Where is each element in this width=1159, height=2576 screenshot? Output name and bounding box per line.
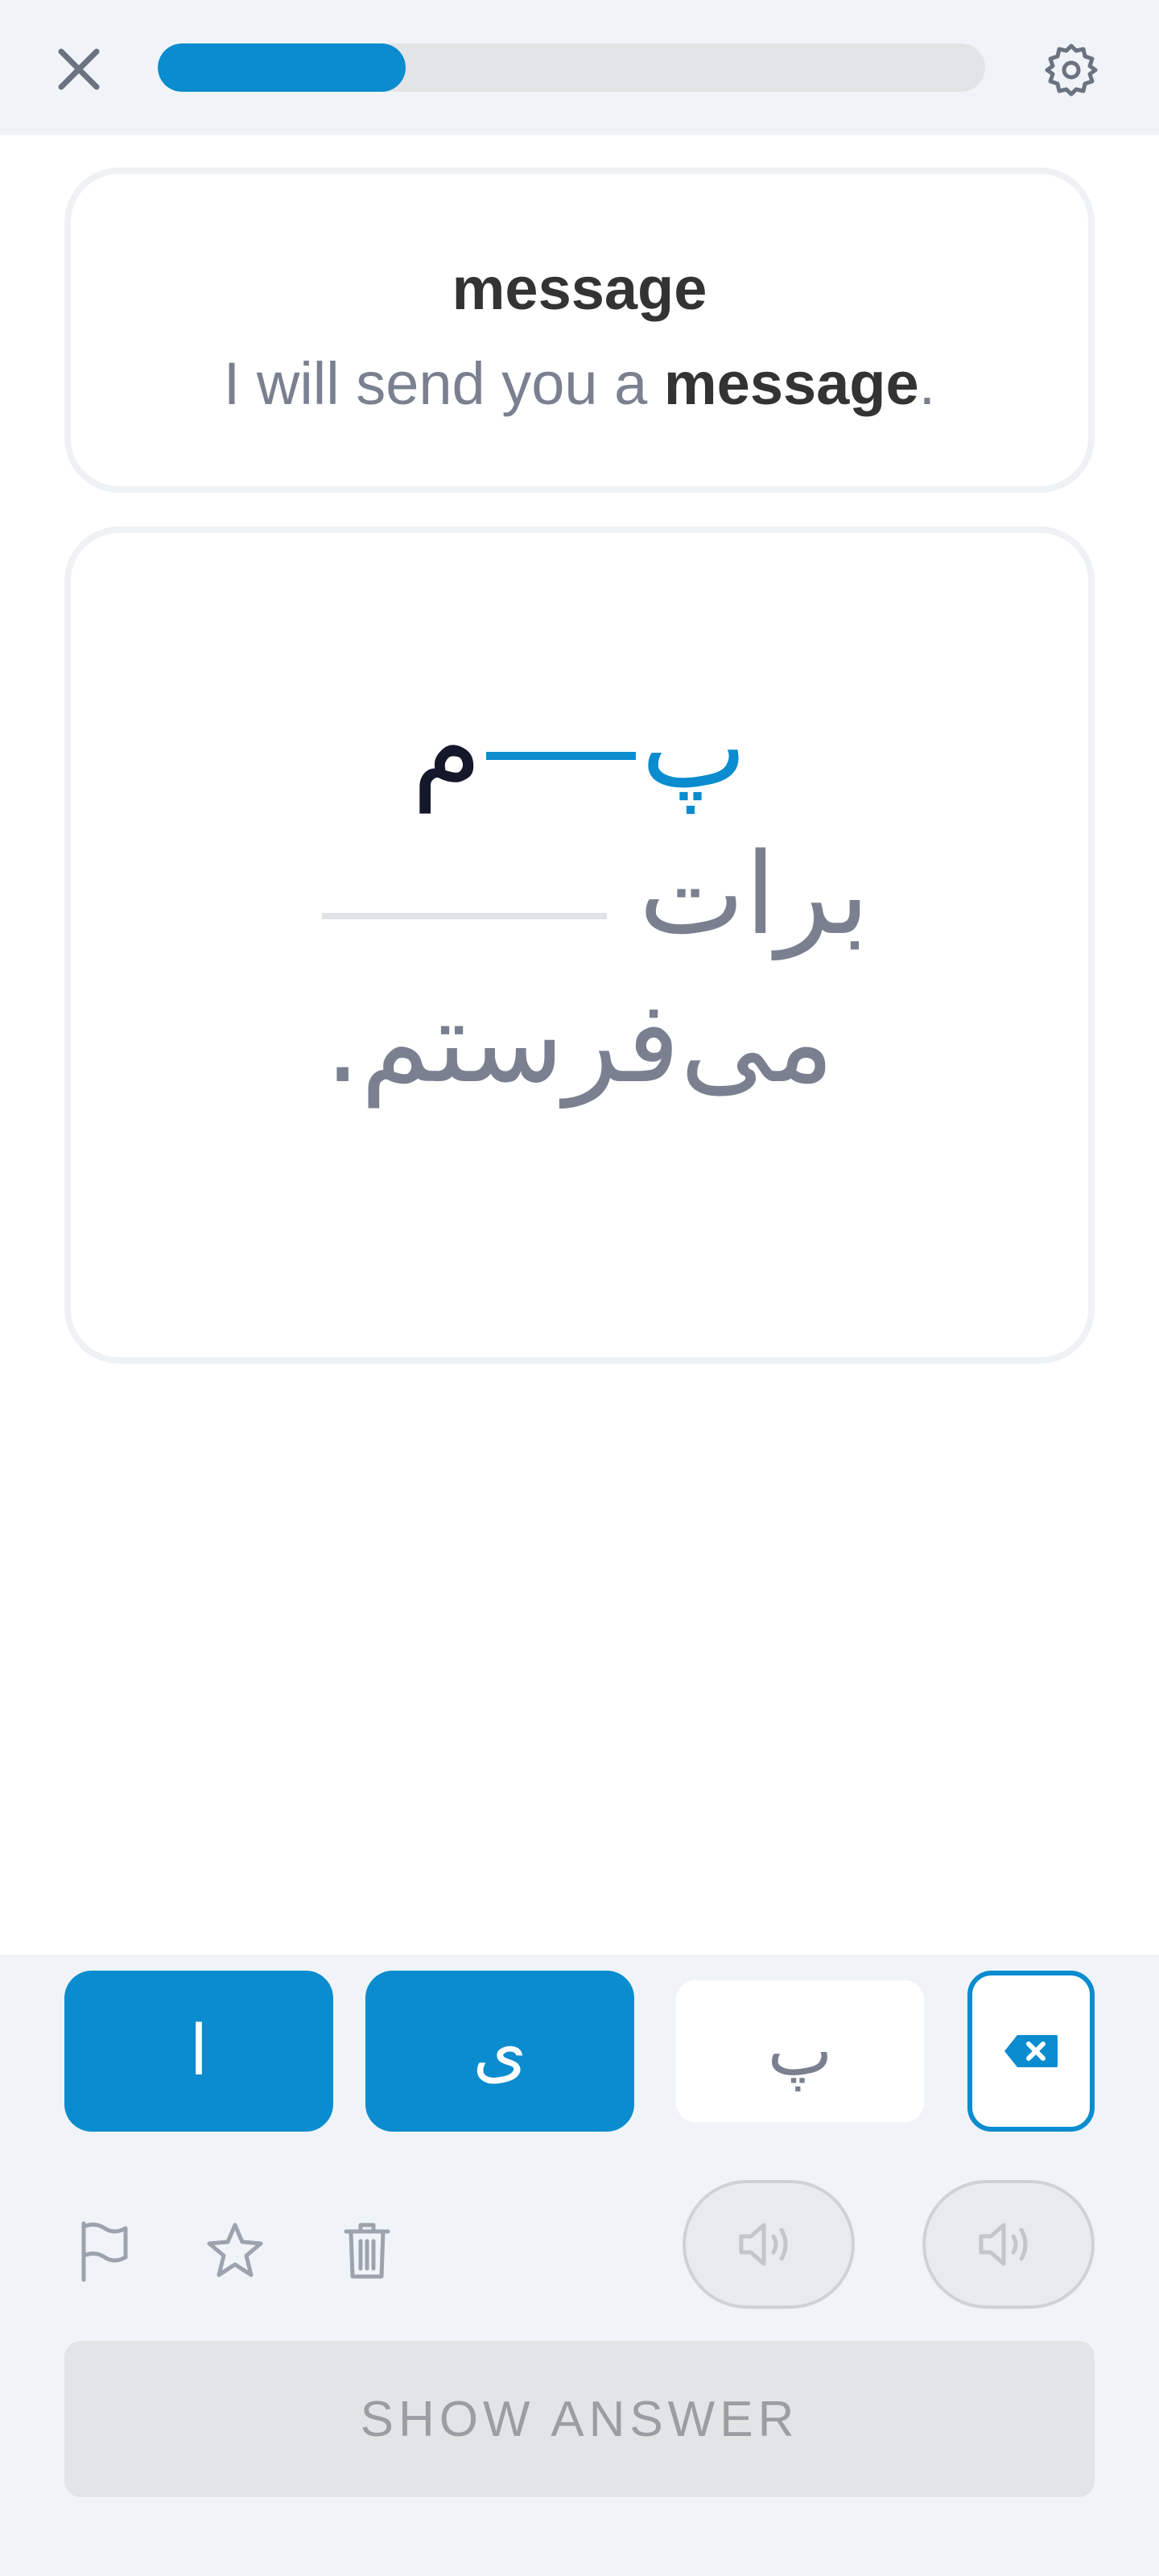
sentence-prefix: I will send you a [223,350,664,417]
close-button[interactable] [52,42,106,97]
typed-letter-first: پ [641,683,748,814]
gear-icon [1045,43,1098,97]
prompt-word: message [452,255,707,322]
backspace-button[interactable] [967,1971,1095,2132]
sentence-blank [321,913,607,919]
typed-answer: پ م [71,628,1088,805]
top-bar [0,0,1159,135]
prompt-card: message I will send you a message. [64,167,1095,493]
star-icon [207,2223,263,2277]
progress-fill [158,43,406,92]
letter-key-ye[interactable]: ی [365,1971,634,2132]
flag-icon [81,2221,128,2282]
trash-icon [344,2223,390,2279]
answer-card: پ م برات می‌فرستم. [64,526,1095,1364]
backspace-icon [1004,2035,1058,2067]
trash-button[interactable] [328,2212,406,2289]
progress-bar [158,43,985,92]
target-sentence-line2: می‌فرستم. [324,977,835,1108]
example-sentence: I will send you a message. [71,349,1088,418]
target-sentence-line1: برات [71,807,1088,952]
typed-letter-last: م [411,683,482,814]
settings-button[interactable] [1040,39,1103,101]
input-panel: ا ی پ SHOW ANSWER [0,1955,1159,2576]
play-sentence-audio-button[interactable] [922,2180,1095,2309]
sentence-highlight: message [663,350,919,417]
sentence-suffix: . [918,350,936,417]
flag-button[interactable] [64,2212,142,2289]
letter-key-alef[interactable]: ا [64,1971,333,2132]
close-icon [58,48,100,90]
typed-letter-gap [486,752,637,760]
speaker-icon [979,2223,1028,2266]
star-button[interactable] [196,2212,274,2289]
play-word-audio-button[interactable] [683,2180,855,2309]
target-sentence-word: برات [638,829,870,960]
letter-key-pe[interactable]: پ [676,1980,924,2122]
show-answer-button[interactable]: SHOW ANSWER [64,2341,1095,2497]
speaker-icon [739,2223,788,2266]
